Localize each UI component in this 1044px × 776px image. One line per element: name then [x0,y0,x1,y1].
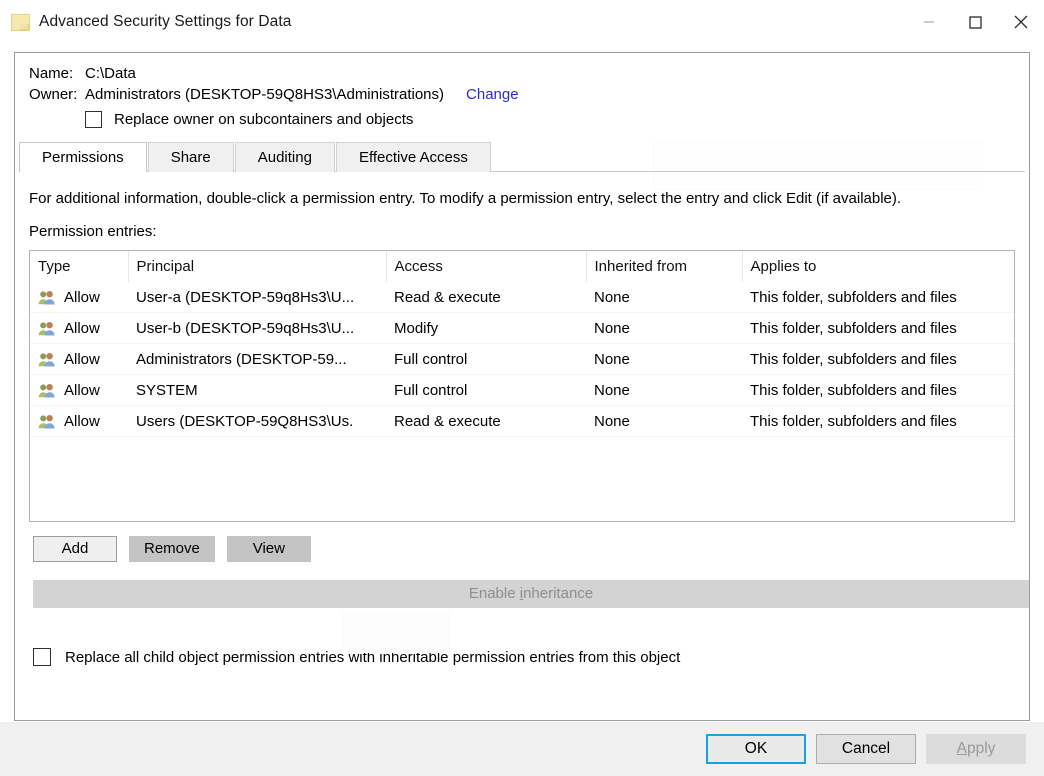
title-bar: Advanced Security Settings for Data [0,0,1044,44]
cell-principal: Administrators (DESKTOP-59... [128,344,386,375]
cancel-button[interactable]: Cancel [816,734,916,764]
column-header-inherited-from[interactable]: Inherited from [586,251,742,282]
window-title: Advanced Security Settings for Data [39,13,292,31]
replace-child-permissions-checkbox[interactable] [33,648,51,666]
cell-inherited-from: None [586,282,742,313]
change-owner-link[interactable]: Change [466,86,519,103]
permission-entries-table[interactable]: Type Principal Access Inherited from App… [29,250,1015,522]
maximize-icon [969,16,982,29]
cell-type: Allow [30,282,128,313]
tab-strip: Permissions Share Auditing Effective Acc… [15,142,1029,172]
users-group-icon [38,352,56,367]
permission-entries-label: Permission entries: [15,207,1029,240]
close-button[interactable] [998,0,1044,44]
replace-owner-checkbox[interactable] [85,111,102,128]
name-row: Name: C:\Data [15,65,1029,82]
cell-principal: User-b (DESKTOP-59q8Hs3\U... [128,313,386,344]
cell-inherited-from: None [586,344,742,375]
cell-access: Modify [386,313,586,344]
footer-buttons: OK Cancel Apply [696,734,1026,764]
table-header-row: Type Principal Access Inherited from App… [30,251,1014,282]
replace-owner-checkbox-row: Replace owner on subcontainers and objec… [15,111,1029,128]
table-row[interactable]: Allow Users (DESKTOP-59Q8HS3\Us. Read & … [30,406,1014,437]
window-controls [906,0,1044,44]
table-body: Allow User-a (DESKTOP-59q8Hs3\U... Read … [30,282,1014,437]
users-group-icon [38,290,56,305]
cell-access: Full control [386,375,586,406]
owner-label: Owner: [29,86,85,103]
users-group-icon [38,383,56,398]
cell-type: Allow [30,375,128,406]
cell-applies-to: This folder, subfolders and files [742,344,1014,375]
decorative-panel-2 [342,611,450,653]
apply-button: Apply [926,734,1026,764]
cell-access: Full control [386,344,586,375]
tab-auditing[interactable]: Auditing [235,142,335,172]
cell-type: Allow [30,406,128,437]
close-icon [1014,15,1028,29]
cell-inherited-from: None [586,375,742,406]
column-header-access[interactable]: Access [386,251,586,282]
cell-applies-to: This folder, subfolders and files [742,375,1014,406]
name-value: C:\Data [85,65,136,82]
dialog-footer: OK Cancel Apply [0,722,1044,776]
table-row[interactable]: Allow User-b (DESKTOP-59q8Hs3\U... Modif… [30,313,1014,344]
object-header: Name: C:\Data Owner: Administrators (DES… [15,53,1029,128]
minimize-icon [923,16,935,28]
column-header-principal[interactable]: Principal [128,251,386,282]
users-group-icon [38,414,56,429]
apply-suffix: pply [967,740,995,757]
enable-inheritance-suffix: nheritance [523,585,593,602]
type-text: Allow [64,289,100,306]
type-text: Allow [64,351,100,368]
cell-principal: User-a (DESKTOP-59q8Hs3\U... [128,282,386,313]
view-button[interactable]: View [227,536,311,562]
folder-icon [11,14,29,30]
table-row[interactable]: Allow SYSTEM Full control None This fold… [30,375,1014,406]
users-group-icon [38,321,56,336]
type-text: Allow [64,382,100,399]
apply-mnemonic: A [957,740,967,757]
table-row[interactable]: Allow User-a (DESKTOP-59q8Hs3\U... Read … [30,282,1014,313]
minimize-button[interactable] [906,0,952,44]
cell-principal: SYSTEM [128,375,386,406]
cell-applies-to: This folder, subfolders and files [742,282,1014,313]
type-text: Allow [64,320,100,337]
enable-inheritance-prefix: Enable [469,585,520,602]
maximize-button[interactable] [952,0,998,44]
cell-inherited-from: None [586,406,742,437]
cell-principal: Users (DESKTOP-59Q8HS3\Us. [128,406,386,437]
owner-row: Owner: Administrators (DESKTOP-59Q8HS3\A… [15,86,1029,103]
name-label: Name: [29,65,85,82]
cell-applies-to: This folder, subfolders and files [742,406,1014,437]
cell-access: Read & execute [386,282,586,313]
owner-value: Administrators (DESKTOP-59Q8HS3\Administ… [85,86,444,103]
column-header-applies-to[interactable]: Applies to [742,251,1014,282]
ok-button[interactable]: OK [706,734,806,764]
entry-action-buttons: Add Remove View [33,536,1029,562]
cell-type: Allow [30,344,128,375]
remove-button[interactable]: Remove [129,536,215,562]
type-text: Allow [64,413,100,430]
column-header-type[interactable]: Type [30,251,128,282]
tab-effective-access[interactable]: Effective Access [336,142,491,172]
replace-owner-label: Replace owner on subcontainers and objec… [114,111,413,128]
add-button[interactable]: Add [33,536,117,562]
cell-applies-to: This folder, subfolders and files [742,313,1014,344]
dialog-content-panel: Name: C:\Data Owner: Administrators (DES… [14,52,1030,721]
tab-share[interactable]: Share [148,142,234,172]
table-row[interactable]: Allow Administrators (DESKTOP-59... Full… [30,344,1014,375]
cell-access: Read & execute [386,406,586,437]
cell-inherited-from: None [586,313,742,344]
replace-child-checkbox-row: Replace all child object permission entr… [33,648,1029,666]
enable-inheritance-button: Enable inheritance [33,580,1029,608]
tab-permissions[interactable]: Permissions [19,142,147,172]
cell-type: Allow [30,313,128,344]
